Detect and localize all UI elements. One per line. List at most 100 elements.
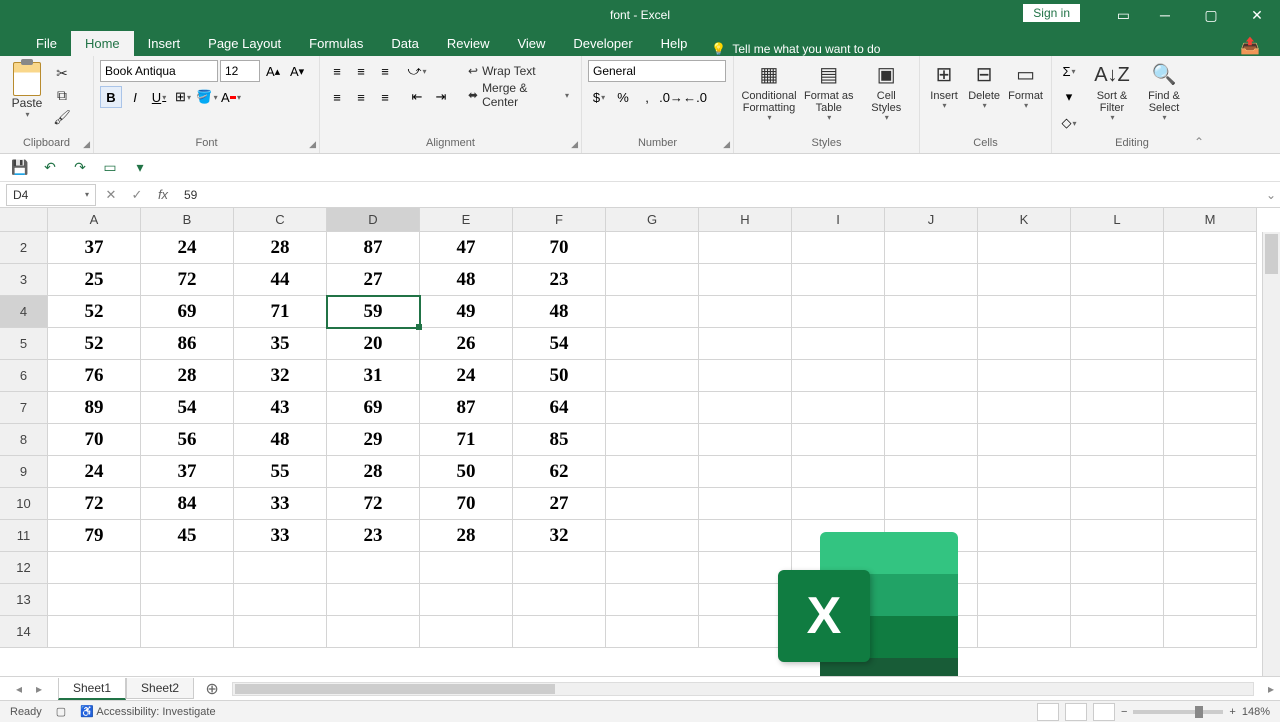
cell[interactable]: [978, 328, 1071, 360]
cell[interactable]: [606, 584, 699, 616]
cell[interactable]: [885, 264, 978, 296]
cell[interactable]: [1164, 552, 1257, 584]
cell[interactable]: 70: [420, 488, 513, 520]
cell[interactable]: [978, 552, 1071, 584]
zoom-in-button[interactable]: +: [1229, 706, 1235, 718]
cell[interactable]: [792, 232, 885, 264]
cell[interactable]: [1164, 392, 1257, 424]
find-select-button[interactable]: 🔍Find & Select▾: [1140, 60, 1188, 137]
delete-cells-button[interactable]: ⊟Delete▾: [966, 60, 1002, 137]
format-painter-button[interactable]: 🖌: [52, 108, 72, 126]
formula-input[interactable]: 59: [176, 188, 1262, 202]
cell[interactable]: [978, 584, 1071, 616]
decrease-decimal-button[interactable]: ←.0: [684, 86, 706, 108]
cell[interactable]: 24: [48, 456, 141, 488]
borders-button[interactable]: ⊞▾: [172, 86, 194, 108]
cell[interactable]: [1164, 456, 1257, 488]
cell[interactable]: 54: [141, 392, 234, 424]
cell[interactable]: 70: [48, 424, 141, 456]
page-layout-view-button[interactable]: [1065, 703, 1087, 721]
cell[interactable]: [1071, 456, 1164, 488]
cell[interactable]: [1164, 264, 1257, 296]
cell[interactable]: 44: [234, 264, 327, 296]
cell[interactable]: 47: [420, 232, 513, 264]
vertical-scrollbar[interactable]: [1262, 232, 1280, 676]
cell[interactable]: [606, 616, 699, 648]
decrease-font-button[interactable]: A▾: [286, 60, 308, 82]
cell[interactable]: [141, 552, 234, 584]
column-header[interactable]: C: [234, 208, 327, 232]
cell-styles-button[interactable]: ▣Cell Styles▾: [860, 60, 914, 137]
ribbon-display-options-icon[interactable]: ▭: [1117, 7, 1130, 24]
cell[interactable]: [978, 616, 1071, 648]
cell[interactable]: [327, 616, 420, 648]
accounting-format-button[interactable]: $▾: [588, 86, 610, 108]
cell[interactable]: [1164, 584, 1257, 616]
row-header[interactable]: 4: [0, 296, 48, 328]
cell[interactable]: [792, 456, 885, 488]
cell[interactable]: [885, 424, 978, 456]
tab-home[interactable]: Home: [71, 31, 134, 56]
cell[interactable]: [606, 424, 699, 456]
cell[interactable]: [1071, 488, 1164, 520]
font-name-select[interactable]: [100, 60, 218, 82]
cell[interactable]: [792, 392, 885, 424]
column-header[interactable]: I: [792, 208, 885, 232]
cell[interactable]: [1164, 328, 1257, 360]
redo-button[interactable]: ↷: [68, 157, 92, 179]
cell[interactable]: 85: [513, 424, 606, 456]
cell[interactable]: [699, 360, 792, 392]
cell[interactable]: [978, 424, 1071, 456]
cell[interactable]: 48: [513, 296, 606, 328]
cell[interactable]: 55: [234, 456, 327, 488]
align-middle-button[interactable]: ≡: [350, 60, 372, 82]
cell[interactable]: 56: [141, 424, 234, 456]
column-header[interactable]: E: [420, 208, 513, 232]
cell[interactable]: 48: [420, 264, 513, 296]
column-header[interactable]: J: [885, 208, 978, 232]
qat-customize-button[interactable]: ▭: [98, 157, 122, 179]
cell[interactable]: 25: [48, 264, 141, 296]
cell[interactable]: 48: [234, 424, 327, 456]
maximize-button[interactable]: ▢: [1188, 0, 1234, 30]
tab-view[interactable]: View: [503, 31, 559, 56]
tab-page-layout[interactable]: Page Layout: [194, 31, 295, 56]
tell-me-search[interactable]: 💡 Tell me what you want to do: [701, 42, 890, 56]
enter-formula-button[interactable]: ✓: [124, 184, 150, 206]
cell[interactable]: 23: [327, 520, 420, 552]
cell[interactable]: 86: [141, 328, 234, 360]
cell[interactable]: [978, 520, 1071, 552]
merge-center-button[interactable]: ⬌Merge & Center▾: [462, 84, 575, 106]
fill-button[interactable]: ▾: [1058, 86, 1080, 108]
row-header[interactable]: 13: [0, 584, 48, 616]
cell[interactable]: [1071, 584, 1164, 616]
cell[interactable]: 49: [420, 296, 513, 328]
cell[interactable]: 72: [141, 264, 234, 296]
cell[interactable]: [513, 584, 606, 616]
cell[interactable]: [1071, 392, 1164, 424]
cell[interactable]: [885, 360, 978, 392]
sheet-tab-sheet2[interactable]: Sheet2: [126, 678, 194, 699]
cell[interactable]: 37: [48, 232, 141, 264]
cell[interactable]: 71: [234, 296, 327, 328]
cell[interactable]: [606, 232, 699, 264]
cell[interactable]: [792, 264, 885, 296]
tab-file[interactable]: File: [22, 31, 71, 56]
cell[interactable]: 59: [327, 296, 420, 328]
cell[interactable]: [606, 456, 699, 488]
align-bottom-button[interactable]: ≡: [374, 60, 396, 82]
macro-record-icon[interactable]: ▢: [56, 705, 66, 718]
close-button[interactable]: ✕: [1234, 0, 1280, 30]
cell[interactable]: [885, 456, 978, 488]
row-header[interactable]: 11: [0, 520, 48, 552]
format-cells-button[interactable]: ▭Format▾: [1006, 60, 1045, 137]
cell[interactable]: [978, 456, 1071, 488]
cell[interactable]: [420, 552, 513, 584]
paste-button[interactable]: Paste ▾: [6, 60, 48, 137]
cell[interactable]: [48, 552, 141, 584]
share-icon[interactable]: 📤: [1240, 36, 1260, 56]
qat-more-button[interactable]: ▾: [128, 157, 152, 179]
column-header[interactable]: M: [1164, 208, 1257, 232]
fill-color-button[interactable]: 🪣▾: [196, 86, 218, 108]
cell[interactable]: 31: [327, 360, 420, 392]
